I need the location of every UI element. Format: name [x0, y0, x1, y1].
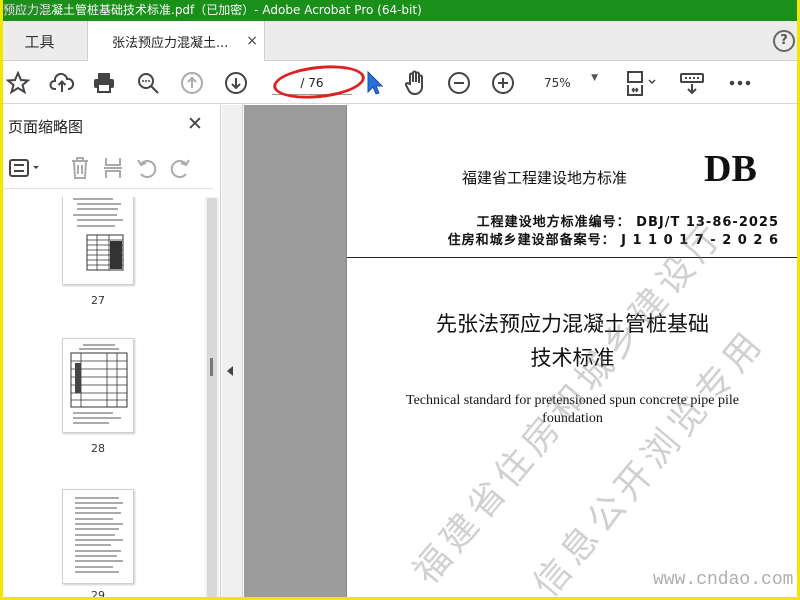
scrollbar-thumb[interactable] — [207, 198, 217, 597]
header-divider — [347, 257, 797, 258]
standard-header: 福建省工程建设地方标准 — [462, 169, 628, 187]
zoom-out-icon[interactable] — [444, 68, 474, 98]
thumbnail-panel: 页面缩略图 ✕ 27 28 29 — [3, 105, 221, 597]
thumbnail-page-number: 27 — [91, 294, 105, 307]
panel-toolbar — [3, 147, 213, 189]
fit-page-icon[interactable] — [621, 68, 661, 98]
zoom-search-icon[interactable] — [133, 68, 163, 98]
chevron-down-icon: ▼ — [591, 73, 598, 83]
title-bar: 预应力混凝土管桩基础技术标准.pdf（已加密）- Adobe Acrobat P… — [3, 0, 797, 21]
thumbnail-page-number: 29 — [91, 589, 105, 597]
tab-close-icon[interactable]: × — [246, 33, 258, 49]
tab-tools[interactable]: 工具 — [3, 21, 76, 61]
rotate-right-icon[interactable] — [167, 155, 193, 181]
scroll-mode-icon[interactable] — [677, 68, 707, 98]
help-icon[interactable]: ? — [773, 30, 795, 52]
panel-collapse-strip[interactable] — [222, 105, 243, 597]
zoom-value: 75% — [544, 76, 571, 90]
panel-resize-grip[interactable] — [210, 358, 213, 376]
tab-document-label: 张法预应力混凝土... — [112, 35, 229, 51]
thumbnail-options-icon[interactable] — [7, 155, 43, 181]
page-down-icon[interactable] — [221, 68, 251, 98]
panel-title: 页面缩略图 — [8, 118, 84, 136]
red-annotation-oval — [271, 61, 367, 103]
thumbnail-page-number: 28 — [91, 442, 105, 455]
url-watermark: www.cndao.com — [653, 570, 794, 590]
window-title: 预应力混凝土管桩基础技术标准.pdf（已加密）- Adobe Acrobat P… — [3, 3, 422, 17]
zoom-select[interactable]: 75% ▼ — [530, 71, 602, 95]
toolbar: / 76 75% ▼ — [3, 61, 797, 104]
more-icon[interactable] — [725, 68, 755, 98]
close-icon[interactable]: ✕ — [187, 113, 203, 135]
document-page: 福建省工程建设地方标准 DB 工程建设地方标准编号： DBJ/T 13-86-2… — [346, 105, 797, 597]
collapse-arrow-icon[interactable] — [227, 366, 233, 376]
thumbnail-page-28[interactable] — [62, 338, 134, 433]
rotate-left-icon[interactable] — [134, 155, 160, 181]
hand-icon[interactable] — [400, 68, 430, 98]
print-icon[interactable] — [89, 68, 119, 98]
page-up-icon[interactable] — [177, 68, 207, 98]
corner-watermark: 道桥网 — [3, 3, 51, 19]
document-background — [244, 105, 346, 597]
thumbnail-list: 27 28 29 — [3, 197, 205, 597]
acrobat-window: 预应力混凝土管桩基础技术标准.pdf（已加密）- Adobe Acrobat P… — [3, 0, 797, 597]
insert-page-icon[interactable] — [100, 155, 126, 181]
standard-code: DB — [704, 148, 757, 190]
thumbnail-page-29[interactable] — [62, 489, 134, 584]
zoom-in-icon[interactable] — [488, 68, 518, 98]
pointer-icon[interactable] — [359, 68, 389, 98]
delete-icon[interactable] — [67, 155, 93, 181]
star-icon[interactable] — [3, 68, 33, 98]
thumbnail-page-27[interactable] — [62, 197, 134, 285]
standard-number: 工程建设地方标准编号： DBJ/T 13-86-2025 — [476, 215, 779, 230]
tab-document[interactable]: 张法预应力混凝土... × — [87, 21, 265, 61]
tab-bar: 工具 张法预应力混凝土... × ? — [3, 21, 797, 61]
upload-icon[interactable] — [47, 68, 77, 98]
